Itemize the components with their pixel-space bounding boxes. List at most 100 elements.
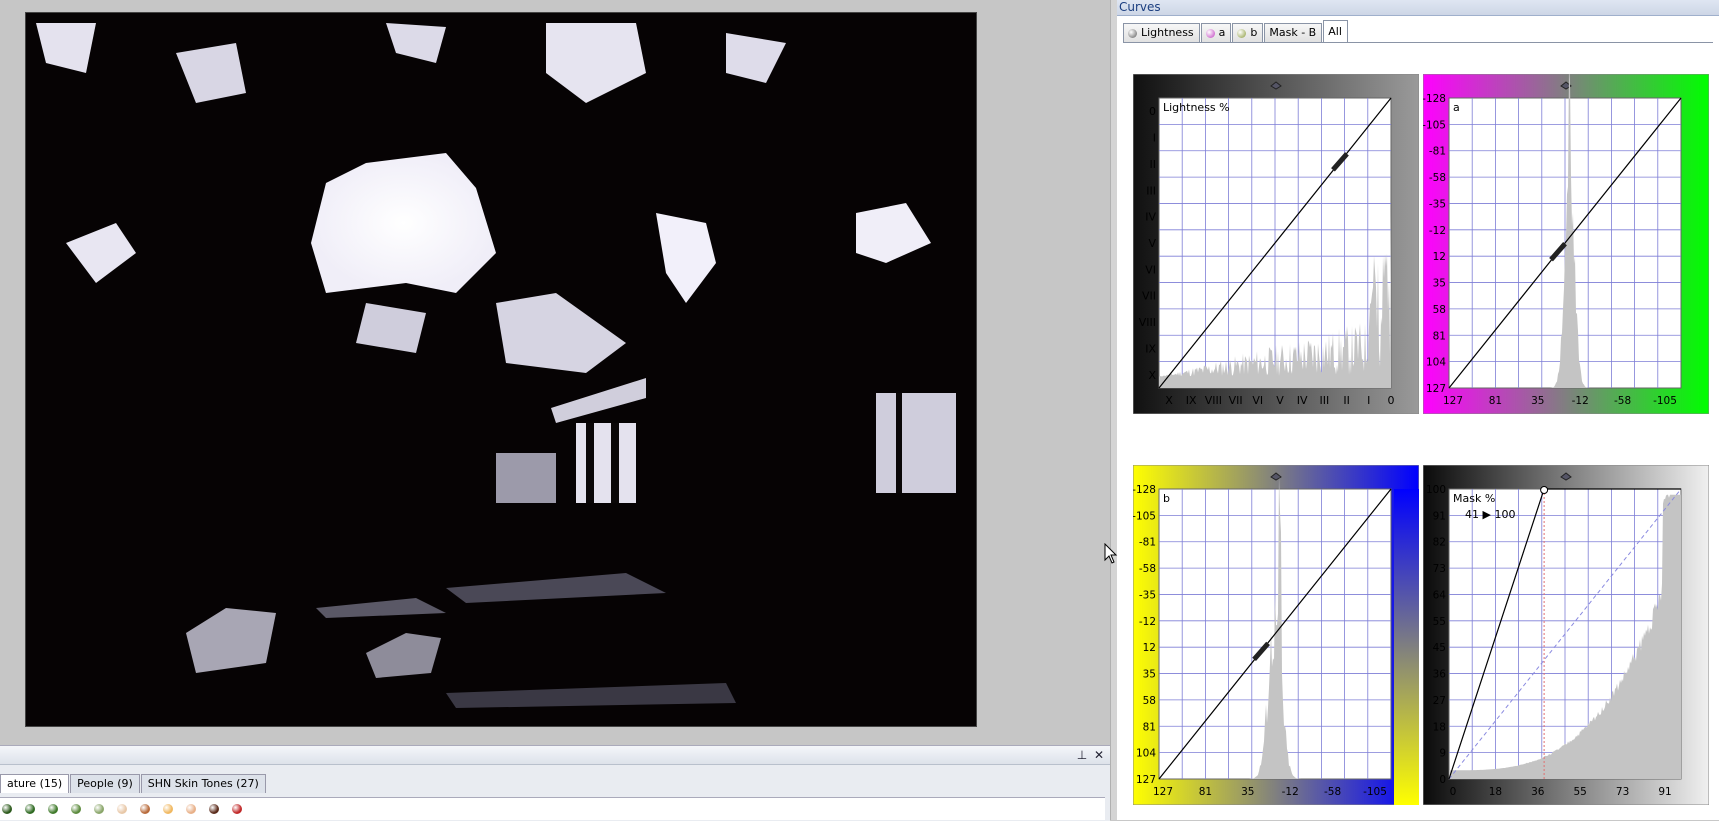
x-tick-label: 73 — [1616, 786, 1629, 798]
y-tick-label: X — [1148, 369, 1156, 382]
b-channel-tab-icon — [1237, 28, 1247, 38]
x-tick-label: -58 — [1614, 395, 1631, 407]
tab-label: Lightness — [1141, 26, 1194, 39]
y-tick-label: -128 — [1423, 93, 1446, 105]
y-tick-label: -81 — [1429, 146, 1446, 158]
y-tick-label: -128 — [1133, 484, 1156, 496]
x-tick-label: 0 — [1450, 786, 1457, 798]
y-tick-label: 55 — [1433, 616, 1446, 628]
y-tick-label: 58 — [1433, 304, 1446, 316]
tab-a[interactable]: a — [1200, 23, 1232, 42]
x-tick-label: -12 — [1572, 395, 1589, 407]
tab-b[interactable]: b — [1232, 23, 1264, 42]
mouse-cursor-icon — [1104, 543, 1118, 564]
preset-swatch[interactable] — [117, 804, 127, 814]
preset-tab[interactable]: People (9) — [70, 774, 140, 793]
close-icon[interactable]: ✕ — [1092, 748, 1106, 762]
lightness-curve-chart[interactable]: Lightness %0IIIIIIIVVVIVIIVIIIIXXX IX VIII… — [1133, 74, 1419, 414]
y-tick-label: 104 — [1136, 748, 1156, 760]
y-tick-label: II — [1150, 158, 1157, 171]
x-tick-label: IV — [1297, 394, 1308, 407]
curves-panel: Curves Lightness a b Mask - B All Lightness … — [1117, 0, 1719, 820]
x-tick-label: V — [1276, 394, 1284, 407]
x-tick-label: 55 — [1574, 786, 1587, 798]
y-tick-label: -12 — [1139, 616, 1156, 628]
mask-readout: 41 ▶ 100 — [1465, 508, 1515, 521]
lightness-curve-label: Lightness % — [1163, 101, 1230, 114]
tab-underline — [1123, 42, 1713, 43]
x-tick-label: II — [1343, 394, 1350, 407]
y-tick-label: 64 — [1433, 589, 1447, 601]
y-tick-label: 35 — [1433, 278, 1446, 290]
y-tick-label: 12 — [1433, 251, 1446, 263]
y-tick-label: 127 — [1136, 774, 1156, 786]
y-tick-label: 35 — [1143, 669, 1156, 681]
a-curve-chart[interactable]: a -128 -105 -81 -58 -35 -12 12 35 58 81 104 127127 81… — [1423, 74, 1709, 414]
pin-icon[interactable]: ⊥ — [1075, 748, 1089, 762]
y-tick-label: -12 — [1429, 225, 1446, 237]
y-tick-label: -105 — [1133, 510, 1156, 522]
x-tick-label: VI — [1252, 394, 1263, 407]
b-curve-chart[interactable]: b -128 -105 -81 -58 -35 -12 12 35 58 81 104 127127 81… — [1133, 465, 1419, 805]
y-tick-label: VII — [1142, 290, 1156, 303]
y-tick-label: 0 — [1149, 105, 1156, 118]
image-canvas[interactable] — [0, 0, 1110, 745]
preset-swatch[interactable] — [232, 804, 242, 814]
y-tick-label: 36 — [1433, 669, 1447, 681]
y-tick-label: -81 — [1139, 537, 1156, 549]
tab-label: Mask - B — [1269, 26, 1317, 39]
tab-all[interactable]: All — [1323, 20, 1348, 42]
x-tick-label: I — [1367, 394, 1370, 407]
preset-swatch[interactable] — [186, 804, 196, 814]
y-tick-label: 0 — [1439, 774, 1446, 786]
x-tick-label: -58 — [1324, 786, 1341, 798]
preset-tab[interactable]: SHN Skin Tones (27) — [140, 774, 266, 793]
preset-tab[interactable]: ature (15) — [0, 774, 70, 793]
y-tick-label: -35 — [1429, 198, 1446, 210]
y-tick-label: 82 — [1433, 537, 1446, 549]
x-tick-label: 91 — [1658, 786, 1671, 798]
y-tick-label: 73 — [1433, 563, 1446, 575]
x-tick-label: X — [1165, 394, 1173, 407]
x-tick-label: 18 — [1489, 786, 1502, 798]
x-tick-label: 0 — [1388, 394, 1395, 407]
presets-panel: ⊥ ✕ ature (15) People (9) SHN Skin Tones (… — [0, 745, 1110, 821]
mask-curve-chart[interactable]: Mask % 41 ▶ 100 100 91 82 73 64 55 45 36 27 18 9 00 18… — [1423, 465, 1709, 805]
y-tick-label: 12 — [1143, 642, 1156, 654]
x-tick-label: 127 — [1153, 786, 1173, 798]
y-tick-label: 58 — [1143, 695, 1156, 707]
preset-swatch[interactable] — [209, 804, 219, 814]
y-tick-label: 27 — [1433, 695, 1446, 707]
lightness-tab-icon — [1128, 28, 1137, 38]
tab-label: All — [1328, 24, 1342, 38]
y-tick-label: 81 — [1433, 330, 1446, 342]
tab-lightness[interactable]: Lightness — [1123, 23, 1200, 42]
x-tick-label: -12 — [1282, 786, 1299, 798]
curves-panel-title: Curves — [1117, 0, 1719, 16]
preset-swatch[interactable] — [71, 804, 81, 814]
y-tick-label: III — [1146, 184, 1156, 197]
y-tick-label: V — [1148, 237, 1156, 250]
preset-swatch[interactable] — [140, 804, 150, 814]
tab-mask-b[interactable]: Mask - B — [1264, 23, 1323, 42]
mask-control-point[interactable] — [1540, 486, 1549, 494]
y-tick-label: -35 — [1139, 589, 1156, 601]
y-tick-label: 104 — [1426, 357, 1446, 369]
preview-photo — [25, 12, 977, 727]
y-tick-label: 18 — [1433, 721, 1446, 733]
preset-swatch[interactable] — [25, 804, 35, 814]
x-tick-label: III — [1320, 394, 1330, 407]
preset-swatch[interactable] — [2, 804, 12, 814]
preset-swatches — [0, 797, 1105, 820]
y-tick-label: 81 — [1143, 721, 1156, 733]
x-tick-label: 35 — [1531, 395, 1544, 407]
preset-swatch[interactable] — [94, 804, 104, 814]
y-tick-label: -58 — [1139, 563, 1156, 575]
y-tick-label: IV — [1145, 211, 1156, 224]
curves-tabs: Lightness a b Mask - B All — [1123, 20, 1349, 43]
x-tick-label: -105 — [1363, 786, 1387, 798]
x-tick-label: 81 — [1199, 786, 1212, 798]
preset-swatch[interactable] — [163, 804, 173, 814]
y-tick-label: IX — [1145, 342, 1156, 355]
preset-swatch[interactable] — [48, 804, 58, 814]
